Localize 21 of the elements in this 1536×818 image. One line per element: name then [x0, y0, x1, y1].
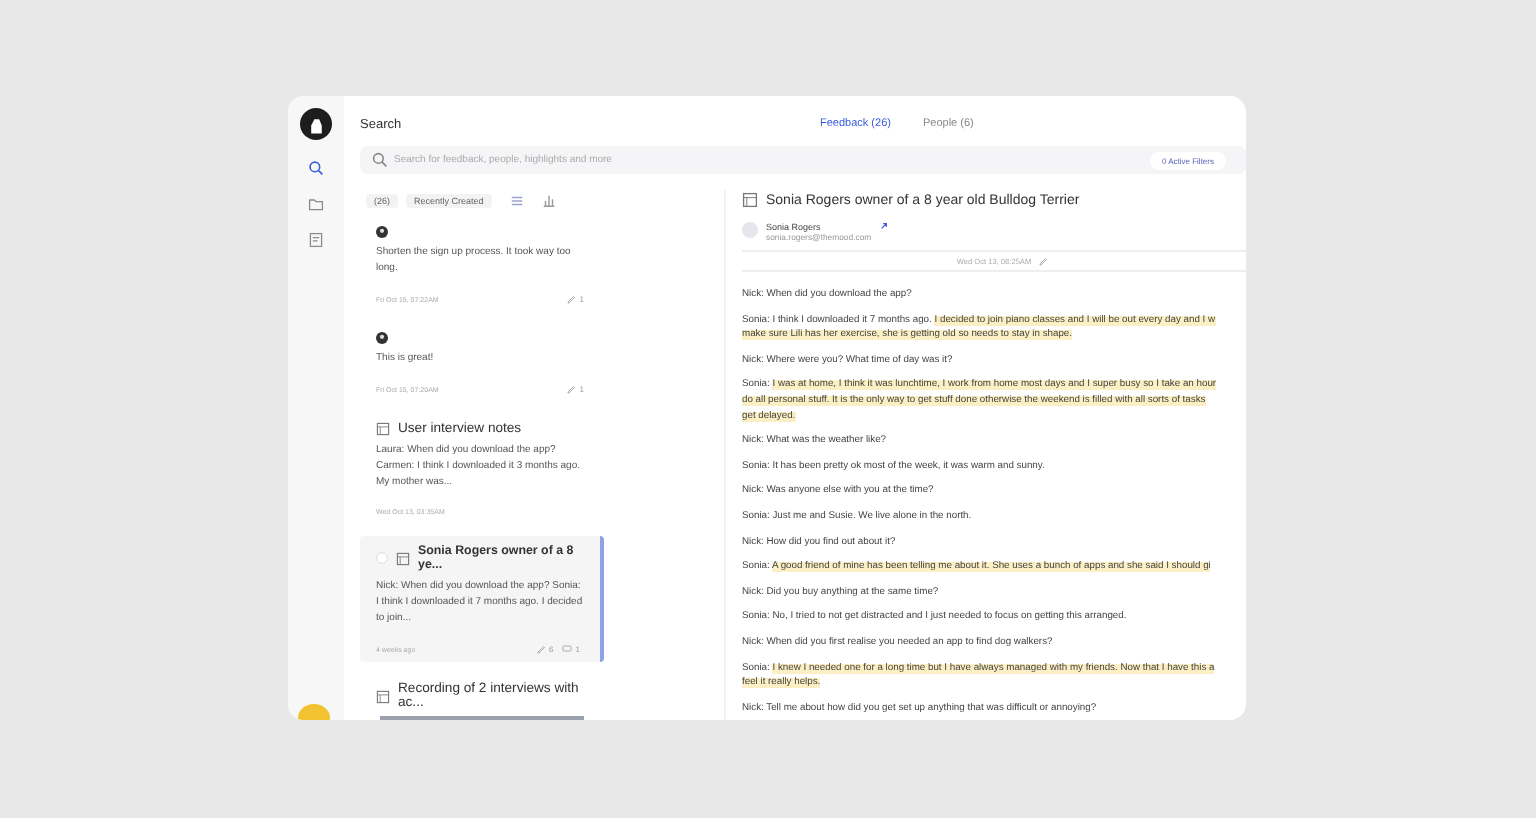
pencil-icon: [535, 644, 546, 654]
chart-icon[interactable]: [541, 193, 556, 207]
notes-icon[interactable]: [308, 232, 324, 248]
pencil-icon: [565, 294, 576, 304]
list-view-icon[interactable]: [509, 193, 524, 207]
document-icon: [396, 551, 410, 565]
edit-icon[interactable]: [1037, 256, 1048, 266]
avatar-icon: [742, 222, 758, 238]
comment-icon: [561, 644, 572, 654]
logo-icon[interactable]: [300, 108, 332, 140]
person-icon: [376, 332, 388, 344]
document-icon: [376, 422, 390, 436]
person-icon: [376, 226, 388, 238]
search-icon: [372, 152, 388, 168]
document-icon: [376, 689, 390, 703]
arrow-icon[interactable]: [879, 222, 888, 230]
folder-icon[interactable]: [308, 196, 324, 212]
document-icon: [742, 192, 758, 208]
pencil-icon: [565, 384, 576, 394]
search-icon[interactable]: [308, 160, 324, 176]
checkbox-icon[interactable]: [376, 552, 388, 564]
